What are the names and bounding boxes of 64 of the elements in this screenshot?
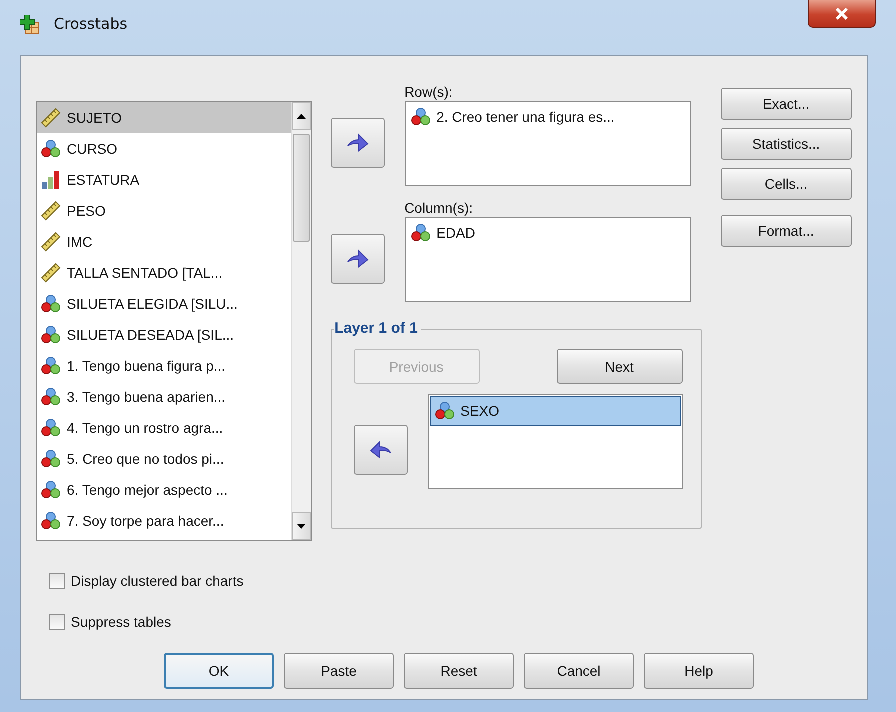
nominal-variable-icon (41, 294, 61, 314)
checkbox-label: Display clustered bar charts (71, 572, 244, 588)
close-icon (835, 8, 849, 20)
dialog-button[interactable]: Statistics... (720, 128, 852, 160)
variable-item[interactable]: 2. Creo tener una figura es... (406, 103, 689, 131)
variable-item[interactable]: SILUETA ELEGIDA [SILU... (37, 288, 291, 319)
nominal-variable-icon (41, 480, 61, 500)
variable-item[interactable]: 7. Soy torpe para hacer... (37, 505, 291, 536)
scroll-thumb[interactable] (292, 134, 310, 242)
nominal-variable-icon (41, 418, 61, 438)
ruler-icon (41, 108, 61, 128)
variable-item[interactable]: SILUETA DESEADA [SIL... (37, 319, 291, 350)
variable-item[interactable]: 6. Tengo mejor aspecto ... (37, 474, 291, 505)
dialog-button[interactable]: Format... (720, 215, 852, 247)
variable-item[interactable]: 3. Tengo buena aparien... (37, 381, 291, 412)
dialog-button[interactable]: Reset (404, 653, 514, 689)
variable-item[interactable]: TALLA SENTADO [TAL... (37, 257, 291, 288)
variable-item[interactable]: 4. Tengo un rostro agra... (37, 412, 291, 443)
scroll-down-button[interactable] (292, 512, 311, 540)
move-button[interactable] (354, 425, 408, 475)
nominal-variable-icon (41, 448, 61, 468)
variable-item[interactable]: 1. Tengo buena figura p... (37, 350, 291, 381)
ruler-icon (41, 262, 61, 282)
next-button[interactable]: Next (556, 349, 683, 384)
ruler-icon (41, 200, 61, 220)
move-button[interactable] (330, 234, 385, 284)
nominal-variable-icon (410, 107, 431, 127)
nominal-variable-icon (41, 356, 61, 376)
bar-chart-icon (41, 170, 61, 190)
nominal-variable-icon (41, 138, 61, 158)
nominal-variable-icon (410, 223, 431, 243)
dialog-button[interactable]: Exact... (720, 88, 852, 120)
window-title: Crosstabs (54, 14, 128, 32)
variable-item[interactable]: IMC (37, 226, 291, 257)
variable-item[interactable]: CURSO (37, 133, 291, 164)
nominal-variable-icon (434, 401, 455, 421)
dialog-button[interactable]: Cells... (720, 168, 852, 200)
close-button[interactable] (808, 0, 876, 28)
ok-button[interactable]: OK (164, 653, 274, 689)
field-label: Column(s): (404, 199, 474, 217)
checkbox-label: Suppress tables (71, 614, 172, 630)
up-arrow-icon (296, 114, 306, 118)
dialog-button[interactable]: Help (644, 653, 754, 689)
variable-item[interactable]: SEXO (430, 396, 681, 426)
variable-item[interactable]: ESTATURA (37, 164, 291, 195)
variable-item[interactable]: 5. Creo que no todos pi... (37, 443, 291, 474)
variable-item[interactable]: EDAD (406, 219, 689, 247)
group-title: Layer 1 of 1 (334, 320, 421, 338)
variable-item[interactable]: SUJETO (37, 102, 291, 133)
nominal-variable-icon (41, 324, 61, 344)
dialog-button[interactable]: Paste (284, 653, 394, 689)
dialog-button[interactable]: Cancel (524, 653, 634, 689)
checkbox[interactable] (49, 572, 65, 588)
move-button[interactable] (330, 118, 385, 168)
ruler-icon (41, 232, 61, 252)
nominal-variable-icon (41, 386, 61, 406)
app-icon (20, 14, 40, 34)
field-label: Row(s): (404, 83, 453, 101)
down-arrow-icon (296, 524, 306, 528)
variable-item[interactable]: PESO (37, 195, 291, 226)
scrollbar[interactable] (290, 102, 311, 540)
nominal-variable-icon (41, 510, 61, 530)
checkbox[interactable] (49, 614, 65, 630)
scroll-up-button[interactable] (292, 102, 311, 130)
